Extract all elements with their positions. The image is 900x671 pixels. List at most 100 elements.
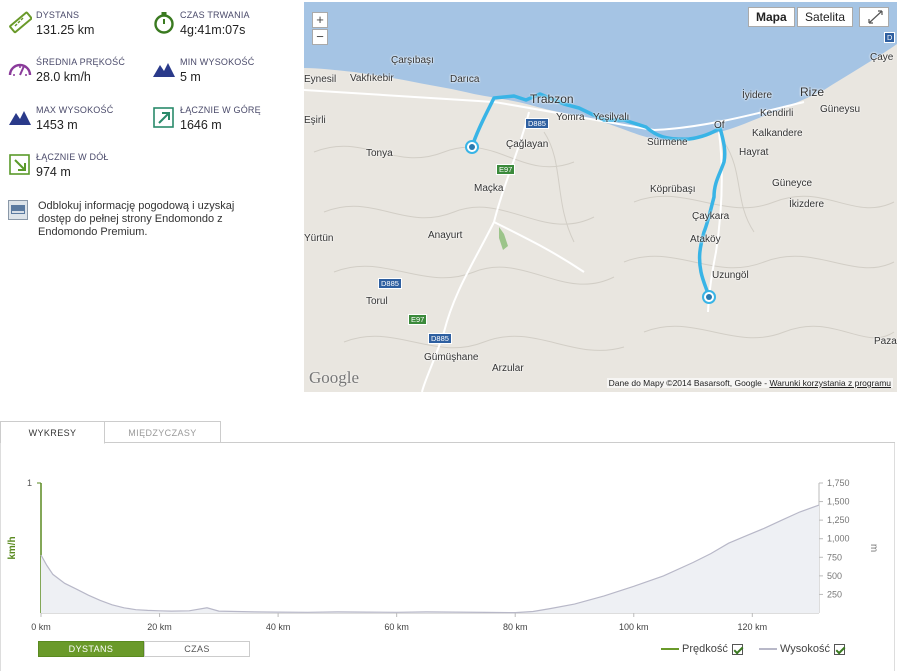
stat-label: MIN WYSOKOŚĆ	[180, 57, 255, 67]
premium-text[interactable]: Odblokuj informację pogodową i uzyskaj d…	[38, 200, 268, 239]
altitude-checkbox[interactable]	[834, 643, 846, 655]
fullscreen-button[interactable]	[859, 7, 889, 27]
road-shield: D	[884, 32, 896, 43]
x-tick-label: 0 km	[31, 622, 51, 632]
map-place-label: Eynesil	[304, 74, 337, 85]
zoom-in-button[interactable]: +	[312, 12, 328, 28]
stat-avg-speed: ŚREDNIA PRĘKOŚĆ 28.0 km/h	[8, 57, 148, 91]
speed-checkbox[interactable]	[731, 643, 743, 655]
map-place-label: Uzungöl	[712, 270, 749, 281]
stat-value: 1646 m	[180, 118, 222, 132]
y-tick-label-speed: 1	[27, 478, 32, 488]
y-axis-label-speed: km/h	[7, 536, 18, 559]
chart-panel: 1 km/h 250 500 750 1,000 1,250 1,500 1,750 m 0 km 2…	[0, 443, 895, 671]
road-shield: D885	[378, 278, 402, 289]
route-map[interactable]: Çarşıbaşı Eynesil Vakfıkebir Darıca Trab…	[304, 2, 897, 392]
map-place-label: Yeşilyalı	[593, 112, 630, 123]
google-logo: Google	[309, 368, 360, 387]
map-place-label: Yürtün	[304, 233, 334, 244]
road-shield: E97	[496, 164, 516, 175]
map-place-label: Paza	[874, 336, 897, 347]
x-tick-label: 40 km	[266, 622, 291, 632]
ruler-icon	[9, 11, 32, 34]
stat-value: 4g:41m:07s	[180, 23, 246, 37]
zoom-out-button[interactable]: −	[312, 29, 328, 45]
weather-icon	[8, 200, 28, 220]
x-axis-time-toggle[interactable]: CZAS	[144, 641, 250, 657]
map-place-label: Of	[714, 120, 725, 131]
map-place-label: Anayurt	[428, 230, 463, 241]
elevation-chart[interactable]: 1 km/h 250 500 750 1,000 1,250 1,500 1,750 m 0 km 2…	[1, 443, 894, 671]
stat-label: DYSTANS	[36, 10, 80, 20]
stat-ascent: ŁĄCZNIE W GÓRĘ 1646 m	[152, 105, 292, 139]
tab-charts[interactable]: WYKRESY	[0, 421, 105, 444]
stat-value: 28.0 km/h	[36, 70, 91, 84]
legend-swatch	[661, 648, 679, 651]
x-tick-label: 80 km	[503, 622, 528, 632]
legend-label: Prędkość	[682, 643, 728, 655]
mountain-icon	[153, 63, 175, 77]
map-place-label: Maçka	[474, 183, 504, 194]
map-place-label: Rize	[800, 85, 825, 99]
x-tick-label: 120 km	[738, 622, 768, 632]
map-place-label: Gümüşhane	[424, 352, 479, 363]
stat-max-altitude: MAX WYSOKOŚĆ 1453 m	[8, 105, 148, 139]
stat-label: CZAS TRWANIA	[180, 10, 250, 20]
x-tick-label: 100 km	[619, 622, 649, 632]
fullscreen-icon	[868, 10, 883, 24]
altitude-area	[41, 505, 819, 613]
y-tick-label-altitude: 1,000	[827, 534, 850, 544]
legend-swatch	[759, 648, 777, 651]
map-place-label: Güneysu	[820, 104, 861, 115]
road-shield: D885	[525, 118, 549, 129]
road-shield: E97	[408, 314, 428, 325]
attribution-text: Dane do Mapy ©2014 Basarsoft, Google -	[608, 378, 770, 388]
legend-label: Wysokość	[780, 643, 831, 655]
stat-label: MAX WYSOKOŚĆ	[36, 105, 114, 115]
arrow-up-right-icon	[153, 107, 174, 128]
y-tick-label-altitude: 500	[827, 571, 842, 581]
y-tick-label-altitude: 1,500	[827, 497, 850, 507]
map-type-satellite-button[interactable]: Satelita	[797, 7, 854, 27]
stat-value: 5 m	[180, 70, 201, 84]
tab-splits[interactable]: MIĘDZYCZASY	[105, 421, 221, 443]
legend-altitude[interactable]: Wysokość	[759, 641, 846, 657]
arrow-down-right-icon	[9, 154, 30, 175]
map-place-label: Trabzon	[530, 92, 574, 106]
stat-value: 1453 m	[36, 118, 78, 132]
road-shield: D885	[428, 333, 452, 344]
map-place-label: Torul	[366, 296, 388, 307]
map-place-label: Vakfıkebir	[350, 73, 394, 84]
mountain-icon	[9, 111, 31, 125]
y-tick-label-altitude: 1,250	[827, 515, 850, 525]
speedometer-icon	[8, 63, 32, 76]
stat-distance: DYSTANS 131.25 km	[8, 10, 148, 44]
map-type-map-button[interactable]: Mapa	[748, 7, 795, 27]
y-tick-label-altitude: 750	[827, 552, 842, 562]
map-place-label: Çağlayan	[506, 139, 549, 150]
x-tick-label: 60 km	[384, 622, 409, 632]
stat-value: 974 m	[36, 165, 71, 179]
terms-link[interactable]: Warunki korzystania z programu	[769, 378, 891, 388]
map-place-label: İkizdere	[789, 199, 825, 210]
stopwatch-icon	[154, 12, 174, 34]
map-place-label: Kalkandere	[752, 128, 803, 139]
map-place-label: Eşirli	[304, 115, 326, 126]
map-attribution: Dane do Mapy ©2014 Basarsoft, Google - W…	[606, 378, 893, 388]
map-place-label: Hayrat	[739, 147, 769, 158]
map-place-label: Darıca	[450, 74, 480, 85]
stat-duration: CZAS TRWANIA 4g:41m:07s	[152, 10, 292, 44]
map-place-label: Yomra	[556, 112, 585, 123]
stat-label: ŚREDNIA PRĘKOŚĆ	[36, 57, 126, 67]
y-axis-label-altitude: m	[868, 544, 879, 552]
chart-tabs: WYKRESY MIĘDZYCZASY	[0, 421, 895, 444]
x-tick-label: 20 km	[147, 622, 172, 632]
map-place-label: Çaye	[870, 52, 894, 63]
y-tick-label-altitude: 250	[827, 589, 842, 599]
stat-value: 131.25 km	[36, 23, 95, 37]
legend-speed[interactable]: Prędkość	[661, 641, 743, 657]
stat-min-altitude: MIN WYSOKOŚĆ 5 m	[152, 57, 292, 91]
x-axis-distance-toggle[interactable]: DYSTANS	[38, 641, 144, 657]
stat-label: ŁĄCZNIE W GÓRĘ	[180, 105, 261, 115]
map-place-label: İyidere	[742, 90, 773, 101]
